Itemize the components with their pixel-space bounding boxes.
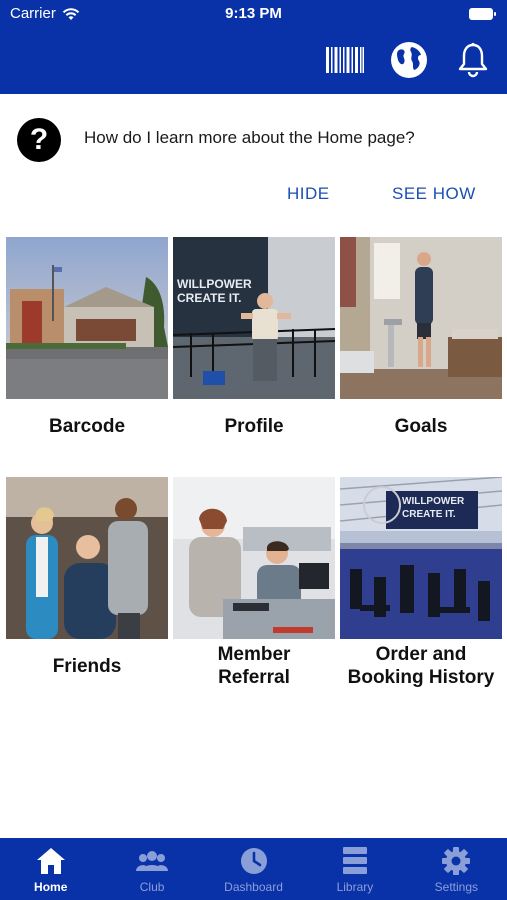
tile-label: Profile (224, 416, 284, 437)
tab-settings[interactable]: Settings (406, 838, 507, 900)
profile-photo: WILLPOWER CREATE IT. (173, 237, 335, 399)
tile-profile[interactable]: WILLPOWER CREATE IT. Profile (173, 237, 335, 438)
tab-label: Dashboard (224, 880, 283, 894)
tile-order-booking-history[interactable]: WILLPOWER CREATE IT. Order and Booking H… (340, 477, 502, 689)
barcode-icon[interactable] (325, 40, 365, 80)
library-icon (338, 844, 372, 878)
friends-photo (6, 477, 168, 639)
home-icon (34, 844, 68, 878)
help-banner: ? How do I learn more about the Home pag… (0, 94, 507, 188)
help-actions: HIDE SEE HOW (0, 184, 507, 208)
hide-button[interactable]: HIDE (287, 184, 330, 204)
tile-label: Member Referral (173, 643, 335, 689)
tab-club[interactable]: Club (101, 838, 202, 900)
gym-banner-text: WILLPOWER CREATE IT. (402, 496, 465, 520)
club-icon (135, 844, 169, 878)
globe-icon[interactable] (389, 40, 429, 80)
tile-label-line2: Booking History (347, 667, 495, 688)
member-referral-photo (173, 477, 335, 639)
bell-icon[interactable] (453, 40, 493, 80)
gear-icon (439, 844, 473, 878)
battery-icon (469, 8, 496, 20)
tile-member-referral[interactable]: Member Referral (173, 477, 335, 689)
tab-label: Club (139, 880, 165, 894)
tile-label: Goals (394, 416, 448, 437)
question-mark-icon[interactable]: ? (17, 118, 61, 162)
app-header: Carrier 9:13 PM (0, 0, 507, 94)
clock-icon (237, 844, 271, 878)
tab-label: Library (336, 880, 374, 894)
tile-friends[interactable]: Friends (6, 477, 168, 678)
tab-dashboard[interactable]: Dashboard (203, 838, 304, 900)
tab-label: Settings (434, 880, 478, 894)
tile-label: Order and Booking History (340, 643, 502, 689)
tile-barcode[interactable]: Barcode (6, 237, 168, 438)
help-question: How do I learn more about the Home page? (84, 128, 415, 147)
tile-label-line1: Order and (375, 644, 467, 665)
see-how-button[interactable]: SEE HOW (392, 184, 476, 204)
tab-library[interactable]: Library (304, 838, 405, 900)
header-actions (325, 40, 493, 80)
goals-photo (340, 237, 502, 399)
status-bar: Carrier 9:13 PM (0, 0, 507, 28)
tile-label: Friends (52, 656, 122, 677)
tab-bar: Home Club Dashboard Library Settings (0, 838, 507, 900)
tile-label-line2: Referral (218, 667, 290, 688)
profile-wall-text: WILLPOWER CREATE IT. (177, 277, 252, 305)
tab-label: Home (34, 880, 68, 894)
tile-label: Barcode (48, 416, 126, 437)
tile-label-line1: Member (217, 644, 291, 665)
barcode-photo (6, 237, 168, 399)
tab-home[interactable]: Home (0, 838, 101, 900)
status-time: 9:13 PM (225, 5, 282, 22)
order-booking-photo: WILLPOWER CREATE IT. (340, 477, 502, 639)
tile-goals[interactable]: Goals (340, 237, 502, 438)
